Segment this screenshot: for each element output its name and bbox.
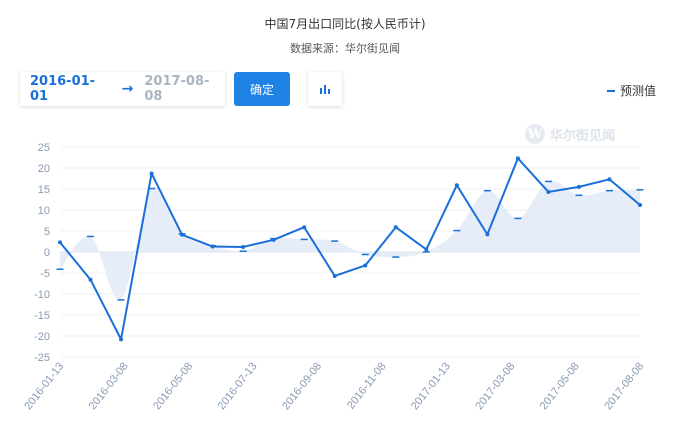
data-point [332,273,337,278]
x-tick-label: 2017-01-13 [409,360,453,412]
x-tick-label: 2016-05-08 [151,360,195,412]
data-point [607,177,612,182]
y-tick-label: 10 [38,205,50,217]
data-point [393,225,398,230]
x-tick-label: 2016-01-13 [22,360,66,412]
y-tick-label: 15 [38,184,50,196]
x-tick-label: 2016-07-13 [216,360,260,412]
data-point [515,156,520,161]
x-tick-label: 2017-05-08 [538,360,582,412]
x-tick-label: 2016-11-08 [345,360,389,411]
x-tick-label: 2016-03-08 [87,360,131,412]
data-point [302,225,307,230]
line-chart: 25 20 15 10 5 0 -5 -10 -15 -20 -252016-01-13 2016-0… [22,142,646,412]
y-tick-label: -10 [34,289,50,301]
data-point [485,232,490,237]
y-tick-label: -20 [34,331,50,343]
data-point [210,244,215,249]
data-point [119,337,124,342]
data-point [241,244,246,249]
x-tick-label: 2017-03-08 [473,360,517,412]
y-tick-label: -5 [40,268,50,280]
data-point [180,232,185,237]
data-point [88,277,93,282]
data-point [271,237,276,242]
data-point [454,183,459,188]
y-tick-label: 5 [44,226,50,238]
data-point [576,184,581,189]
y-tick-label: 25 [38,142,50,154]
data-point [363,263,368,268]
x-tick-label: 2017-08-08 [602,360,646,412]
y-tick-label: -25 [34,352,50,364]
x-tick-label: 2016-09-08 [280,360,324,412]
y-tick-label: -15 [34,310,50,322]
y-tick-label: 0 [44,247,50,259]
data-point [546,189,551,194]
data-point [58,240,62,245]
y-tick-label: 20 [38,163,50,175]
data-point [424,247,429,252]
data-point [638,202,642,207]
data-point [149,171,154,176]
